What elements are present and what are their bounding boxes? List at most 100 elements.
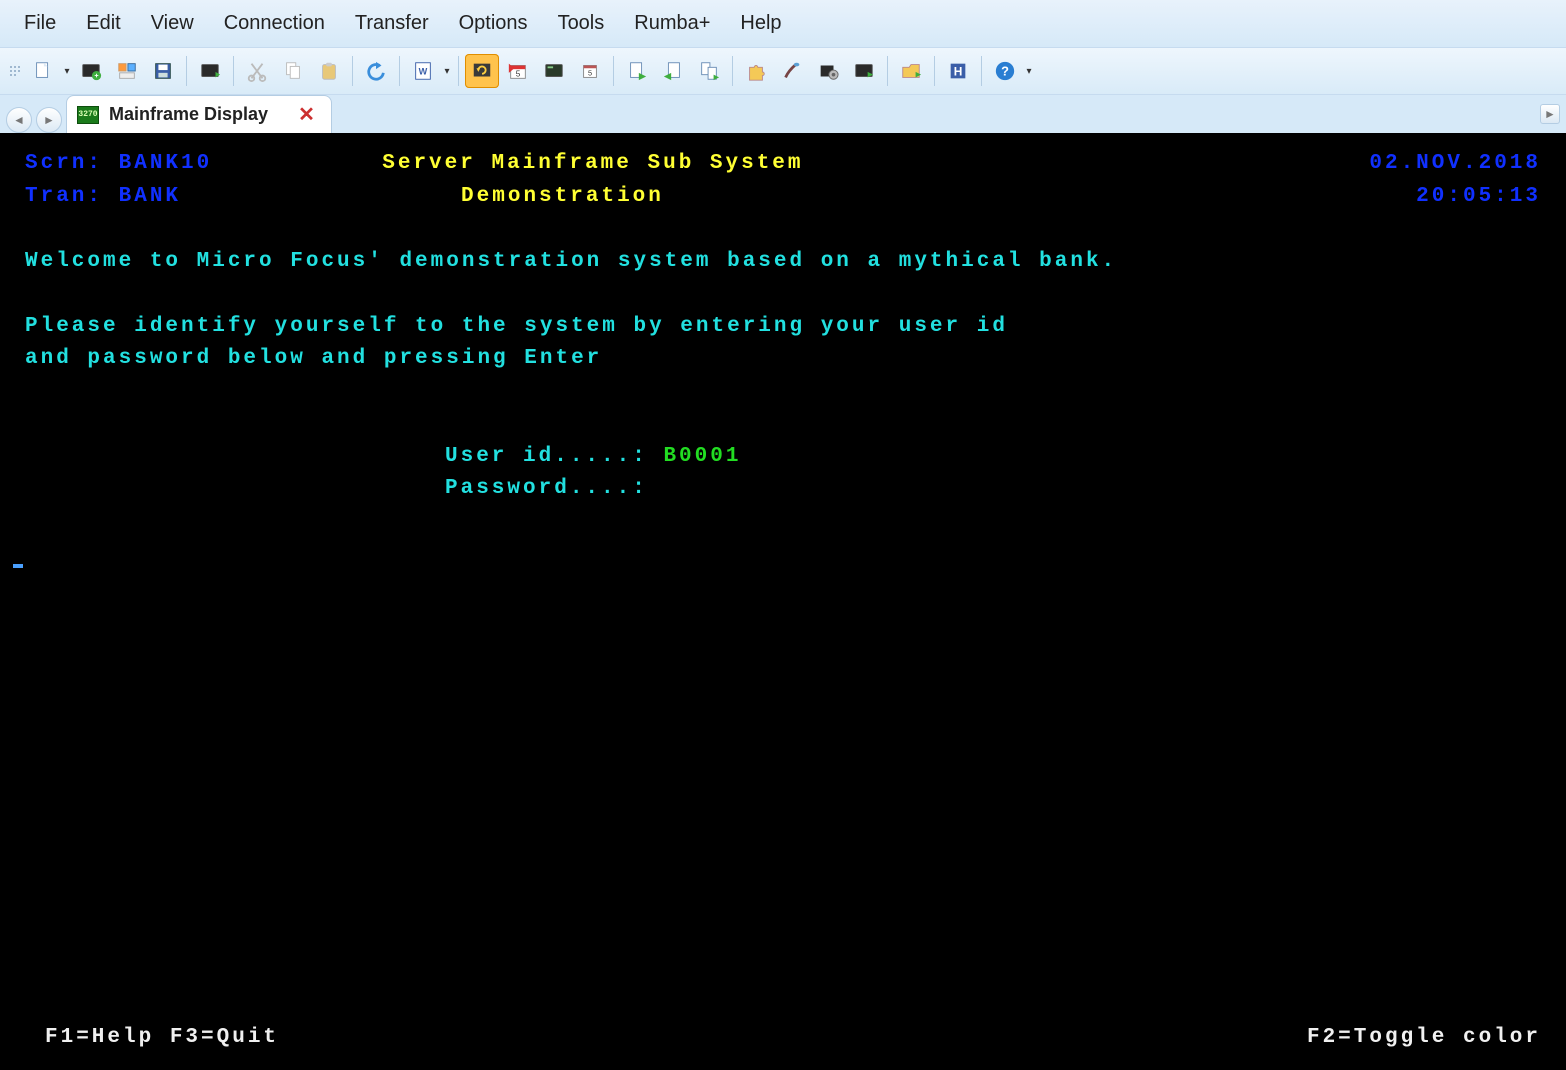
screen-title-1: Server Mainframe Sub System: [382, 148, 803, 181]
toolbar-separator: [399, 56, 400, 86]
help-icon: ?: [994, 60, 1016, 82]
svg-text:H: H: [954, 65, 963, 79]
menu-view[interactable]: View: [139, 8, 206, 39]
menu-transfer[interactable]: Transfer: [343, 8, 441, 39]
quick-connect-icon: [116, 60, 138, 82]
svg-text:W: W: [419, 67, 428, 77]
toolbar-separator: [613, 56, 614, 86]
config-button[interactable]: [811, 54, 845, 88]
toolbar-separator: [981, 56, 982, 86]
svg-text:5: 5: [588, 69, 592, 78]
cut-button[interactable]: [240, 54, 274, 88]
toolbar-separator: [233, 56, 234, 86]
page-go-icon: [626, 60, 648, 82]
tran-label: Tran:: [25, 181, 103, 214]
new-file-dropdown[interactable]: ▾: [62, 66, 72, 77]
paste-button[interactable]: [312, 54, 346, 88]
fkeys-right: F2=Toggle color: [1307, 1022, 1541, 1055]
toolbar-grip-icon: [10, 57, 20, 85]
refresh-button[interactable]: [465, 54, 499, 88]
undo-icon: [365, 60, 387, 82]
open-session-button[interactable]: [74, 54, 108, 88]
password-label: Password....:: [445, 473, 648, 506]
calendar-flag-button[interactable]: 5: [501, 54, 535, 88]
new-file-button[interactable]: [26, 54, 60, 88]
save-icon: [152, 60, 174, 82]
page-back-icon: [662, 60, 684, 82]
puzzle-button[interactable]: [739, 54, 773, 88]
refresh-icon: [471, 60, 493, 82]
calendar-flag-icon: 5: [507, 60, 529, 82]
menu-rumba-plus[interactable]: Rumba+: [622, 8, 722, 39]
paste-icon: [318, 60, 340, 82]
cut-icon: [246, 60, 268, 82]
userid-label: User id.....:: [445, 441, 648, 474]
scrn-label: Scrn:: [25, 148, 103, 181]
folder-open-button[interactable]: [894, 54, 928, 88]
page-go-button[interactable]: [620, 54, 654, 88]
word-doc-icon: W: [412, 60, 434, 82]
toolbar-separator: [934, 56, 935, 86]
menu-options[interactable]: Options: [447, 8, 540, 39]
pages-icon: [698, 60, 720, 82]
scrn-value: BANK10: [119, 148, 213, 181]
toolbar-separator: [732, 56, 733, 86]
connect-button[interactable]: [193, 54, 227, 88]
config-icon: [817, 60, 839, 82]
connect-icon: [199, 60, 221, 82]
tab-bar: ◄ ► 3270 Mainframe Display ✕ ►: [0, 95, 1566, 133]
history-icon: H: [947, 60, 969, 82]
open-session-icon: [80, 60, 102, 82]
screen-title-2: Demonstration: [461, 181, 664, 214]
history-button[interactable]: H: [941, 54, 975, 88]
menubar: File Edit View Connection Transfer Optio…: [0, 0, 1566, 47]
copy-icon: [282, 60, 304, 82]
tab-next-button[interactable]: ►: [36, 107, 62, 133]
word-doc-dropdown[interactable]: ▾: [442, 66, 452, 77]
svg-text:?: ?: [1001, 64, 1009, 79]
menu-edit[interactable]: Edit: [74, 8, 132, 39]
calendar-small-icon: 5: [579, 60, 601, 82]
folder-open-icon: [900, 60, 922, 82]
menu-help[interactable]: Help: [728, 8, 793, 39]
display-settings-icon: [853, 60, 875, 82]
tab-mainframe-display[interactable]: 3270 Mainframe Display ✕: [66, 95, 332, 133]
calendar-small-button[interactable]: 5: [573, 54, 607, 88]
tran-value: BANK: [119, 181, 181, 214]
menu-connection[interactable]: Connection: [212, 8, 337, 39]
terminal-3270-icon: 3270: [77, 106, 99, 124]
screen-date: 02.NOV.2018: [1369, 148, 1541, 181]
welcome-text: Welcome to Micro Focus' demonstration sy…: [25, 246, 1117, 279]
screen-dark-button[interactable]: [537, 54, 571, 88]
brush-icon: [781, 60, 803, 82]
page-back-button[interactable]: [656, 54, 690, 88]
userid-field[interactable]: B0001: [663, 441, 741, 474]
toolbar-separator: [186, 56, 187, 86]
brush-button[interactable]: [775, 54, 809, 88]
toolbar-separator: [352, 56, 353, 86]
terminal-screen[interactable]: Scrn: BANK10 Server Mainframe Sub System…: [0, 133, 1566, 1070]
screen-dark-icon: [543, 60, 565, 82]
screen-time: 20:05:13: [1416, 181, 1541, 214]
menu-file[interactable]: File: [12, 8, 68, 39]
display-settings-button[interactable]: [847, 54, 881, 88]
toolbar-overflow-dropdown[interactable]: ▾: [1024, 66, 1034, 77]
new-file-icon: [32, 60, 54, 82]
svg-text:5: 5: [516, 70, 521, 79]
toolbar-separator: [887, 56, 888, 86]
pages-button[interactable]: [692, 54, 726, 88]
puzzle-icon: [745, 60, 767, 82]
tab-prev-button[interactable]: ◄: [6, 107, 32, 133]
undo-button[interactable]: [359, 54, 393, 88]
save-button[interactable]: [146, 54, 180, 88]
toolbar-separator: [458, 56, 459, 86]
tab-scroll-right-button[interactable]: ►: [1540, 104, 1560, 124]
fkeys-left: F1=Help F3=Quit: [45, 1022, 279, 1055]
copy-button[interactable]: [276, 54, 310, 88]
tab-close-button[interactable]: ✕: [298, 102, 315, 127]
help-button[interactable]: ?: [988, 54, 1022, 88]
tab-label: Mainframe Display: [109, 104, 268, 125]
menu-tools[interactable]: Tools: [546, 8, 617, 39]
word-doc-button[interactable]: W: [406, 54, 440, 88]
quick-connect-button[interactable]: [110, 54, 144, 88]
